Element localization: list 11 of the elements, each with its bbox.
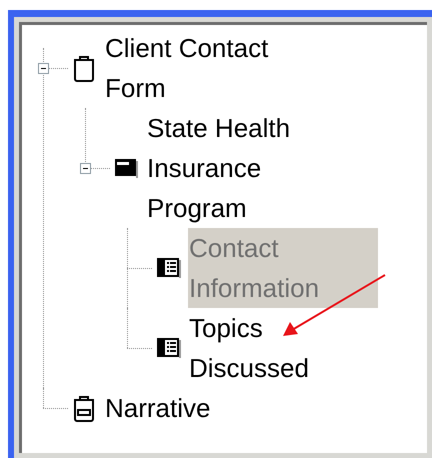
tree-item[interactable]: Client Contact Form <box>104 28 294 108</box>
expander-button[interactable] <box>38 62 49 74</box>
tree-item[interactable]: State Health Insurance Program <box>146 108 336 228</box>
tree-item[interactable]: Narrative <box>104 388 212 428</box>
clipboard-icon <box>72 54 96 82</box>
window-icon <box>114 158 138 178</box>
table-icon <box>156 337 182 359</box>
tree-item[interactable]: Topics Discussed <box>188 308 378 388</box>
table-icon <box>156 257 182 279</box>
expander-button[interactable] <box>80 162 91 174</box>
clipboard-form-icon <box>72 394 96 422</box>
